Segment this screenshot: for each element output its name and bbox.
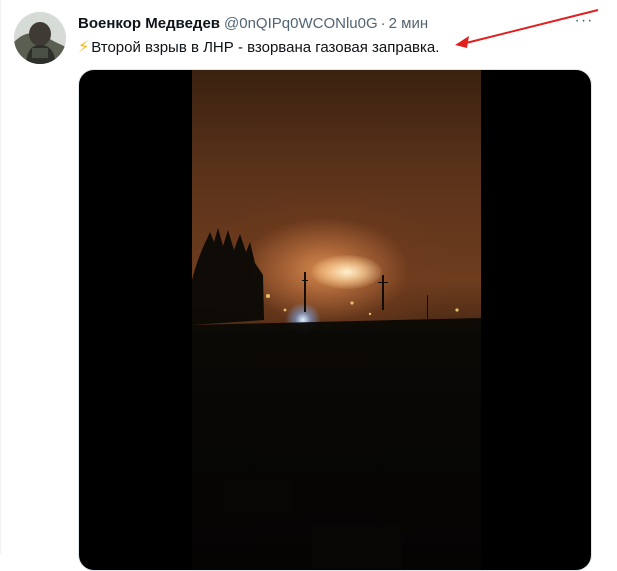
tweet-card[interactable]: Военкор Медведев @0nQIPq0WCONlu0G · 2 мин ·… bbox=[0, 0, 617, 571]
tweet-media[interactable] bbox=[78, 69, 592, 571]
video-frame[interactable] bbox=[192, 70, 481, 570]
timestamp[interactable]: 2 мин bbox=[389, 15, 429, 32]
tweet-text: ⚡ Второй взрыв в ЛНР - взорвана газовая з… bbox=[78, 38, 439, 58]
more-icon: ··· bbox=[574, 12, 594, 29]
avatar-image bbox=[14, 12, 66, 64]
author-handle[interactable]: @0nQIPq0WCONlu0G bbox=[224, 15, 378, 32]
author-name[interactable]: Военкор Медведев bbox=[78, 15, 220, 32]
lightning-icon: ⚡ bbox=[78, 39, 90, 56]
separator-dot: · bbox=[380, 15, 386, 32]
tweet-header: Военкор Медведев @0nQIPq0WCONlu0G · 2 мин bbox=[78, 14, 577, 34]
more-options-button[interactable]: ··· bbox=[570, 12, 598, 34]
tweet-body: Второй взрыв в ЛНР - взорвана газовая за… bbox=[91, 39, 440, 56]
scene-silhouettes bbox=[192, 228, 481, 570]
avatar[interactable] bbox=[14, 12, 66, 64]
